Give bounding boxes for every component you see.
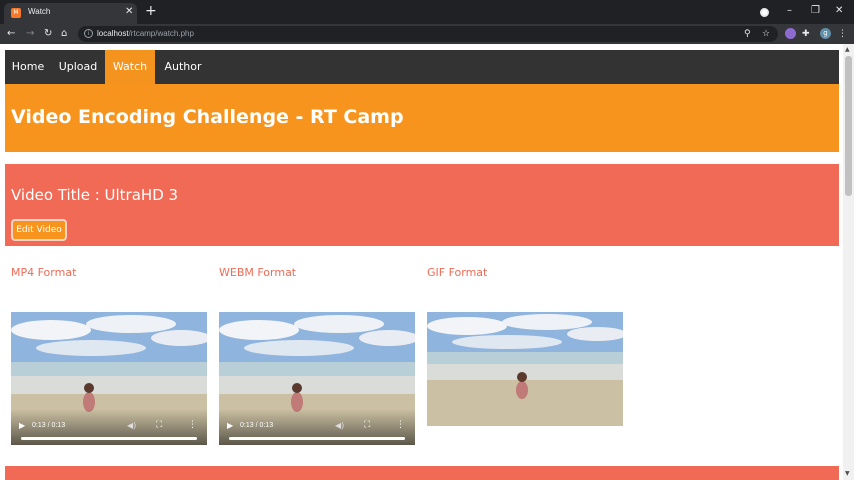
- reload-icon[interactable]: ↻: [44, 27, 52, 41]
- play-icon[interactable]: ▶: [227, 421, 233, 431]
- tab-title: Watch: [28, 7, 51, 16]
- site-info-icon[interactable]: i: [84, 29, 93, 38]
- site-navbar: Home Upload Watch Author: [5, 50, 839, 84]
- page-viewport: Home Upload Watch Author Video Encoding …: [0, 44, 843, 480]
- scroll-up-icon[interactable]: ▲: [845, 46, 850, 53]
- bookmark-star-icon[interactable]: ☆: [762, 27, 770, 41]
- more-options-icon[interactable]: ⋮: [188, 420, 197, 430]
- fullscreen-icon[interactable]: ⛶: [156, 420, 162, 430]
- address-url[interactable]: localhost/rtcamp/watch.php: [97, 29, 194, 38]
- tab-favicon-icon: M: [11, 8, 21, 18]
- page-scrollbar[interactable]: ▲ ▼: [843, 44, 854, 480]
- mute-icon[interactable]: ◀): [335, 421, 344, 431]
- mute-icon[interactable]: ◀): [127, 421, 136, 431]
- profile-avatar[interactable]: g: [820, 28, 831, 39]
- more-options-icon[interactable]: ⋮: [396, 420, 405, 430]
- extensions-puzzle-icon[interactable]: ✚: [802, 27, 810, 41]
- webm-video-player[interactable]: ▶ 0:13 / 0:13 ◀) ⛶ ⋮: [219, 312, 415, 445]
- nav-author[interactable]: Author: [155, 50, 211, 84]
- back-icon[interactable]: ←: [7, 27, 15, 41]
- zoom-icon[interactable]: ⚲: [744, 27, 751, 41]
- page-title: Video Encoding Challenge - RT Camp: [11, 106, 404, 128]
- new-tab-icon[interactable]: +: [145, 4, 157, 18]
- scroll-thumb[interactable]: [845, 56, 852, 196]
- video-info-panel: Video Title : UltraHD 3 Edit Video: [5, 164, 839, 246]
- tab-close-icon[interactable]: ✕: [125, 5, 133, 19]
- scroll-down-icon[interactable]: ▼: [845, 470, 850, 477]
- extension-icon[interactable]: [785, 28, 796, 39]
- address-bar[interactable]: i localhost/rtcamp/watch.php ⚲ ☆: [78, 26, 778, 42]
- window-close-icon[interactable]: ✕: [835, 4, 843, 18]
- tab-search-icon[interactable]: [760, 8, 769, 17]
- mp4-video-player[interactable]: ▶ 0:13 / 0:13 ◀) ⛶ ⋮: [11, 312, 207, 445]
- restore-icon[interactable]: ❐: [811, 4, 820, 18]
- forward-icon[interactable]: →: [26, 27, 34, 41]
- browser-menu-icon[interactable]: ⋮: [838, 27, 847, 41]
- video-time: 0:13 / 0:13: [240, 422, 274, 429]
- webm-format-label: WEBM Format: [219, 266, 297, 279]
- home-icon[interactable]: ⌂: [61, 27, 67, 41]
- page-header: Video Encoding Challenge - RT Camp: [5, 84, 839, 152]
- browser-tab-strip: M Watch ✕ + – ❐ ✕: [0, 0, 854, 24]
- beach-gif-frame: [427, 312, 623, 426]
- browser-toolbar: ← → ↻ ⌂ i localhost/rtcamp/watch.php ⚲ ☆…: [0, 24, 854, 44]
- video-title: Video Title : UltraHD 3: [11, 186, 179, 204]
- video-progress-bar[interactable]: [229, 437, 405, 440]
- nav-watch[interactable]: Watch: [105, 50, 155, 84]
- video-controls: ▶ 0:13 / 0:13 ◀) ⛶ ⋮: [11, 409, 207, 445]
- edit-video-button[interactable]: Edit Video: [11, 219, 67, 241]
- play-icon[interactable]: ▶: [19, 421, 25, 431]
- mp4-format-label: MP4 Format: [11, 266, 77, 279]
- gif-format-label: GIF Format: [427, 266, 488, 279]
- video-controls: ▶ 0:13 / 0:13 ◀) ⛶ ⋮: [219, 409, 415, 445]
- browser-tab[interactable]: M Watch ✕: [4, 3, 137, 24]
- gif-image: [427, 312, 623, 426]
- nav-upload[interactable]: Upload: [51, 50, 105, 84]
- minimize-icon[interactable]: –: [787, 4, 792, 18]
- video-time: 0:13 / 0:13: [32, 422, 66, 429]
- fullscreen-icon[interactable]: ⛶: [364, 420, 370, 430]
- video-progress-bar[interactable]: [21, 437, 197, 440]
- next-section-strip: [5, 466, 839, 480]
- nav-home[interactable]: Home: [5, 50, 51, 84]
